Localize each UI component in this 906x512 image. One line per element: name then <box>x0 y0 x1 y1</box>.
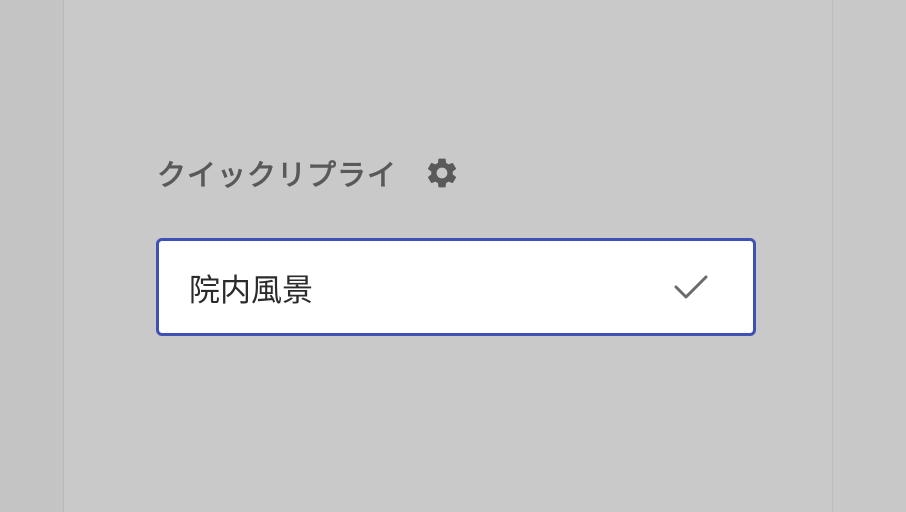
settings-button[interactable] <box>423 154 461 192</box>
left-gutter <box>0 0 64 512</box>
quick-reply-option-label: 院内風景 <box>189 272 313 309</box>
quick-reply-title: クイックリプライ <box>157 158 398 192</box>
quick-reply-header: クイックリプライ <box>157 150 461 196</box>
quick-reply-option-selected[interactable]: 院内風景 <box>156 238 756 336</box>
page: クイックリプライ 院内風景 <box>0 0 906 512</box>
check-icon <box>673 269 709 305</box>
gear-icon <box>428 158 457 188</box>
right-gutter <box>832 0 906 512</box>
